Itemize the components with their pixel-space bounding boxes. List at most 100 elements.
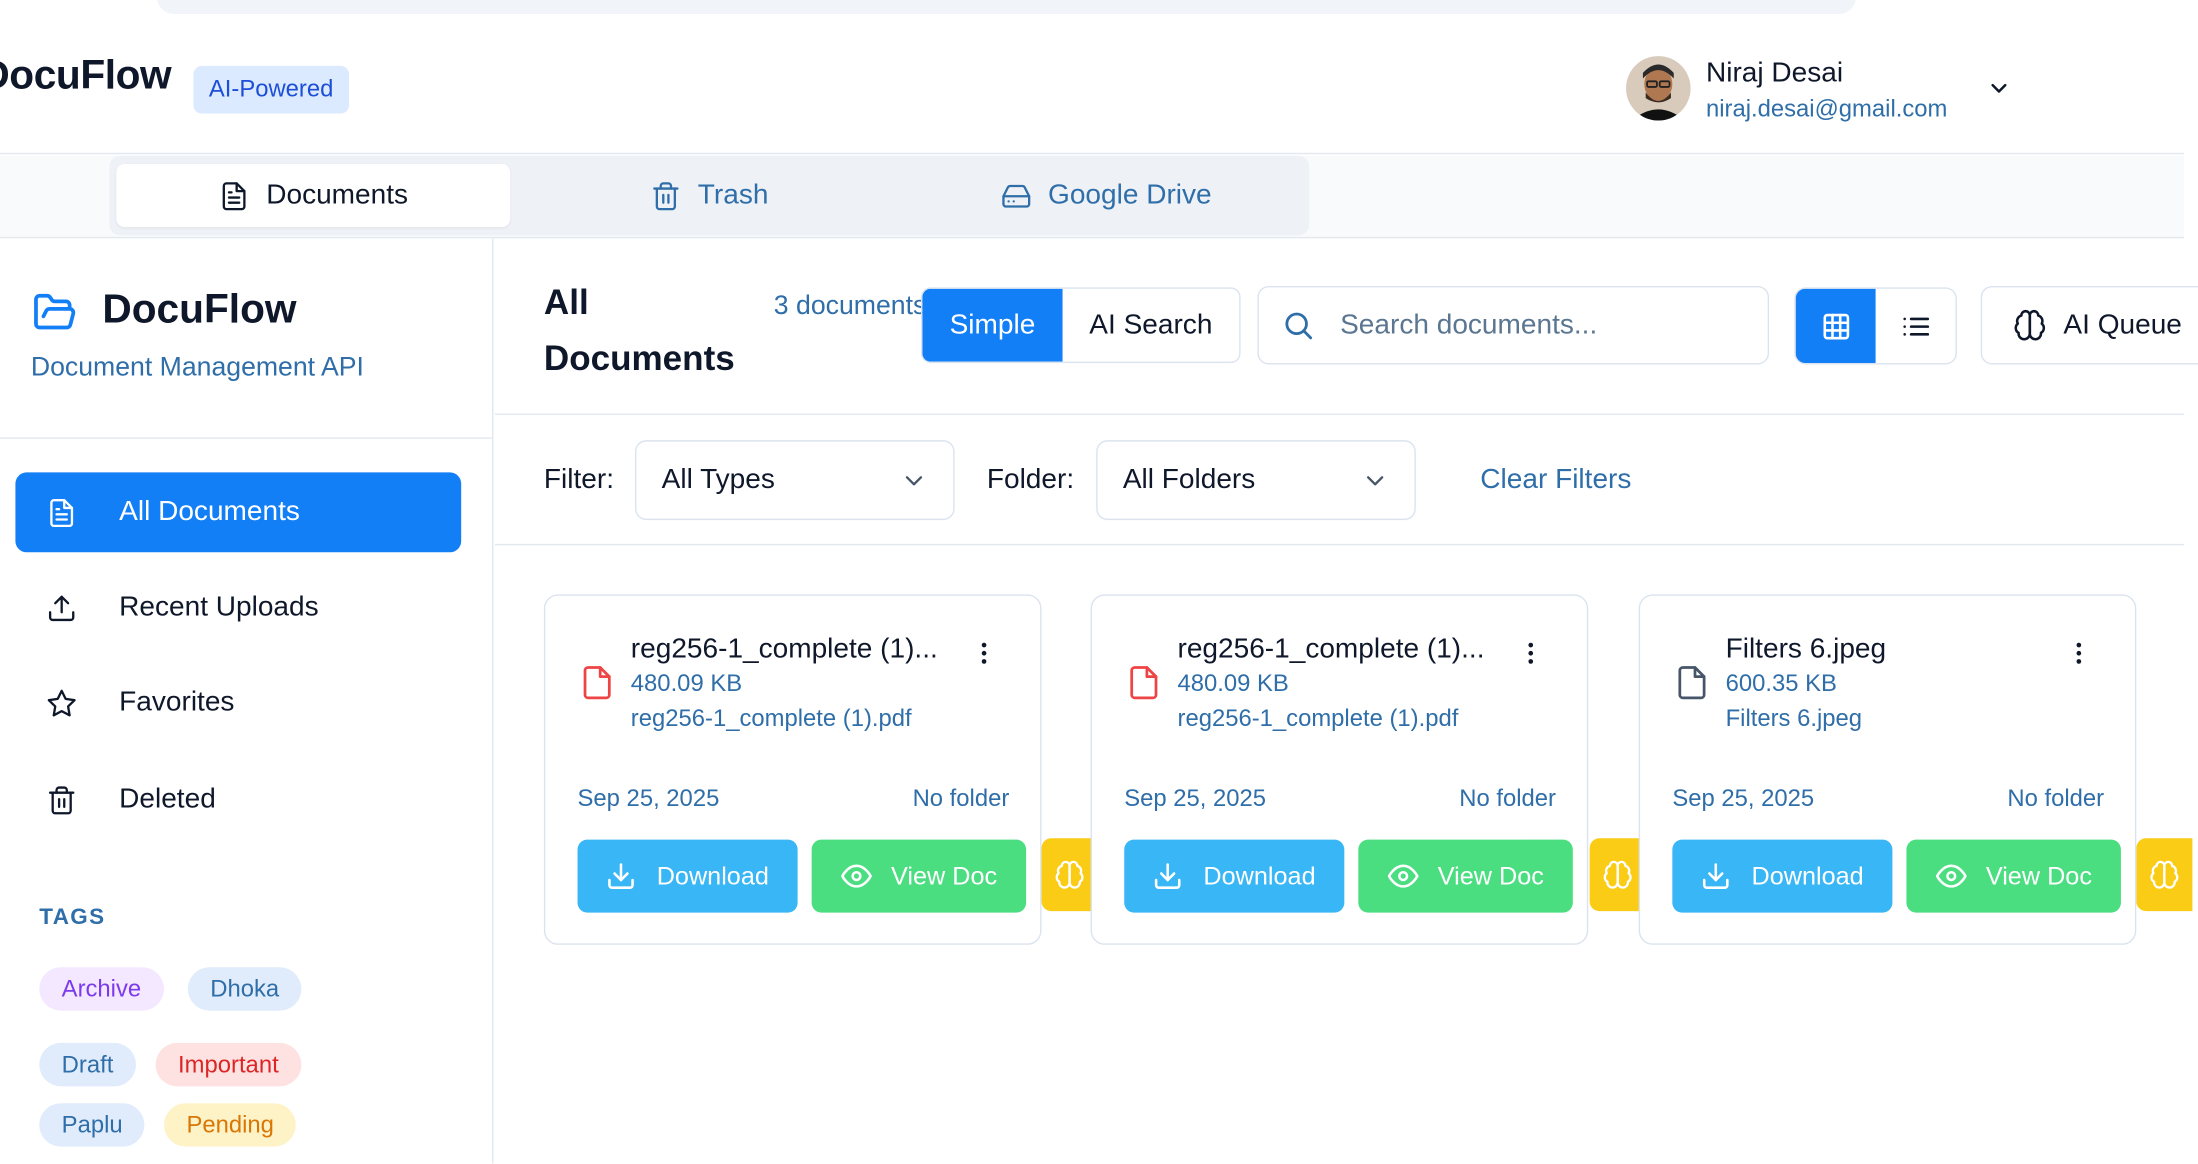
pdf-file-icon	[583, 666, 611, 700]
type-filter-value: All Types	[661, 463, 775, 495]
view-doc-button[interactable]: View Doc	[811, 839, 1027, 913]
sidebar-item-label: Recent Uploads	[119, 591, 319, 623]
upload-icon	[48, 594, 75, 621]
view-label: View Doc	[891, 861, 998, 890]
address-bar[interactable]	[157, 0, 1856, 15]
clear-filters-button[interactable]: Clear Filters	[1480, 464, 1631, 496]
document-icon	[222, 181, 246, 210]
brand-name: DocuFlow	[0, 53, 172, 99]
tab-label: Trash	[697, 179, 769, 211]
document-folder: No folder	[912, 785, 1010, 812]
brain-icon	[2150, 860, 2179, 889]
grid-icon	[1822, 313, 1849, 339]
document-card[interactable]: reg256-1_complete (1)... 480.09 KB reg25…	[1090, 594, 1589, 945]
type-filter-select[interactable]: All Types	[635, 440, 955, 521]
folder-open-icon	[34, 293, 76, 330]
chevron-down-icon	[1366, 475, 1384, 485]
filter-label: Filter:	[543, 463, 614, 495]
sidebar-item-deleted[interactable]: Deleted	[15, 760, 461, 840]
grid-view-button[interactable]	[1795, 288, 1876, 364]
eye-icon	[840, 864, 872, 888]
document-filename: Filters 6.jpeg	[1725, 705, 1863, 732]
document-name: Filters 6.jpeg	[1725, 633, 1887, 665]
search-input[interactable]	[1340, 309, 1733, 342]
tag-important[interactable]: Important	[155, 1042, 302, 1087]
document-card[interactable]: reg256-1_complete (1)... 480.09 KB reg25…	[543, 594, 1042, 945]
avatar[interactable]	[1626, 56, 1691, 121]
document-folder: No folder	[2007, 785, 2105, 812]
sidebar-subtitle: Document Management API	[30, 353, 364, 383]
download-icon	[1703, 863, 1730, 889]
view-label: View Doc	[1437, 861, 1544, 890]
download-button[interactable]: Download	[1124, 839, 1345, 913]
sidebar-item-label: Favorites	[119, 686, 235, 718]
trash-icon	[48, 785, 75, 814]
download-label: Download	[1751, 861, 1864, 890]
brain-icon	[1603, 860, 1632, 889]
more-vertical-icon[interactable]	[1517, 638, 1545, 669]
tab-label: Documents	[266, 179, 409, 211]
document-card[interactable]: Filters 6.jpeg 600.35 KB Filters 6.jpeg …	[1638, 594, 2137, 945]
ai-analyze-button[interactable]	[1589, 838, 1646, 912]
document-folder: No folder	[1459, 785, 1556, 812]
sidebar-item-recent-uploads[interactable]: Recent Uploads	[15, 568, 461, 648]
search-mode-toggle: Simple AI Search	[920, 287, 1241, 364]
document-filename: reg256-1_complete (1).pdf	[1177, 705, 1459, 732]
chevron-down-icon	[905, 475, 923, 485]
download-label: Download	[656, 861, 769, 890]
view-doc-button[interactable]: View Doc	[1906, 839, 2121, 913]
view-label: View Doc	[1985, 861, 2092, 890]
list-icon	[1902, 316, 1929, 335]
folder-filter-select[interactable]: All Folders	[1096, 440, 1416, 521]
download-icon	[608, 863, 635, 889]
document-icon	[50, 498, 74, 527]
download-button[interactable]: Download	[577, 839, 798, 913]
simple-search-button[interactable]: Simple	[922, 288, 1063, 362]
document-size: 480.09 KB	[1177, 670, 1289, 697]
sidebar-title: DocuFlow	[102, 287, 297, 333]
tab-documents[interactable]: Documents	[116, 164, 511, 228]
tab-google-drive[interactable]: Google Drive	[908, 164, 1303, 227]
view-doc-button[interactable]: View Doc	[1358, 839, 1573, 913]
sidebar-item-favorites[interactable]: Favorites	[15, 663, 461, 743]
sidebar-item-label: Deleted	[119, 783, 216, 815]
chevron-down-icon[interactable]	[1986, 76, 2011, 101]
document-date: Sep 25, 2025	[1124, 785, 1267, 812]
tag-dhoka[interactable]: Dhoka	[187, 967, 302, 1011]
brain-icon	[2014, 309, 2046, 341]
document-name: reg256-1_complete (1)...	[1177, 633, 1485, 665]
ai-queue-label: AI Queue	[2063, 309, 2182, 340]
ai-search-button[interactable]: AI Search	[1063, 289, 1240, 362]
tab-trash[interactable]: Trash	[510, 164, 908, 227]
folder-filter-value: All Folders	[1122, 463, 1256, 495]
search-box	[1257, 285, 1770, 365]
tag-archive[interactable]: Archive	[39, 967, 164, 1011]
tab-label: Google Drive	[1048, 179, 1212, 211]
tag-draft[interactable]: Draft	[39, 1042, 136, 1087]
list-view-button[interactable]	[1876, 289, 1956, 363]
document-count: 3 documents	[773, 291, 927, 322]
search-icon	[1285, 312, 1313, 340]
user-email: niraj.desai@gmail.com	[1705, 95, 1948, 122]
more-vertical-icon[interactable]	[970, 638, 998, 669]
download-button[interactable]: Download	[1672, 839, 1893, 913]
document-filename: reg256-1_complete (1).pdf	[630, 705, 912, 732]
user-name: Niraj Desai	[1705, 57, 1844, 89]
document-date: Sep 25, 2025	[1672, 785, 1815, 812]
ai-queue-button[interactable]: AI Queue	[1980, 285, 2198, 365]
sidebar-item-label: All Documents	[119, 496, 300, 528]
file-icon	[1678, 666, 1706, 700]
eye-icon	[1387, 864, 1419, 888]
ai-analyze-button[interactable]	[2136, 838, 2193, 912]
ai-analyze-button[interactable]	[1041, 838, 1098, 912]
download-label: Download	[1203, 861, 1316, 890]
tag-pending[interactable]: Pending	[164, 1103, 297, 1147]
document-date: Sep 25, 2025	[577, 785, 720, 812]
document-name: reg256-1_complete (1)...	[630, 633, 938, 665]
trash-icon	[652, 181, 679, 210]
tag-paplu[interactable]: Paplu	[39, 1103, 146, 1147]
more-vertical-icon[interactable]	[2065, 638, 2093, 669]
document-size: 600.35 KB	[1725, 670, 1837, 697]
sidebar-item-all-documents[interactable]: All Documents	[15, 472, 462, 553]
view-toggle	[1794, 287, 1957, 365]
